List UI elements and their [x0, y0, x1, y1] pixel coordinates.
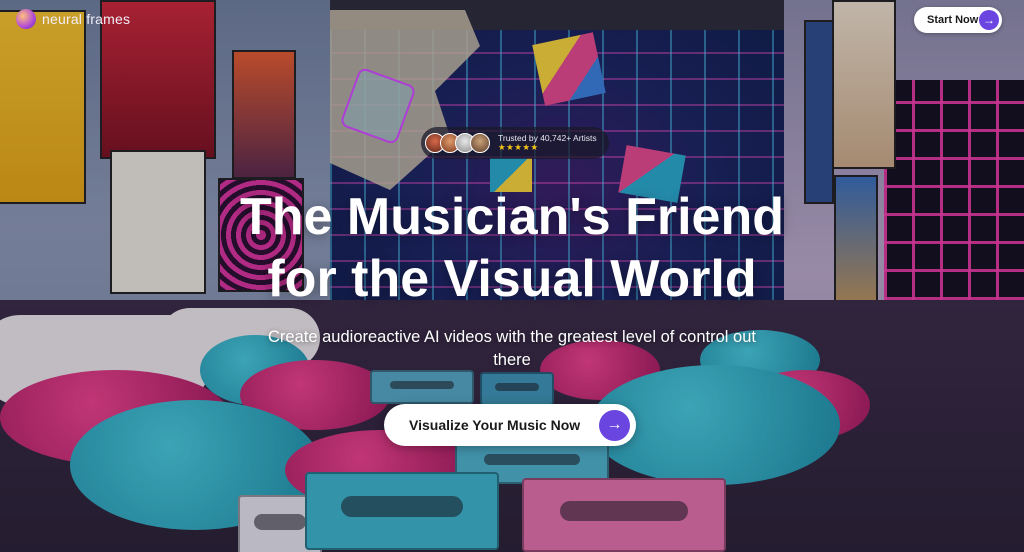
- hero-title: The Musician's Friend for the Visual Wor…: [0, 186, 1024, 310]
- hero-subtitle: Create audioreactive AI videos with the …: [268, 328, 756, 369]
- brand-logo[interactable]: neural frames: [16, 9, 130, 29]
- star-rating: ★★★★★: [498, 142, 539, 152]
- hero-title-line1: The Musician's Friend: [239, 188, 785, 246]
- visualize-music-label: Visualize Your Music Now: [409, 417, 581, 433]
- arrow-right-icon: →: [979, 10, 999, 30]
- brand-name: neural frames: [42, 11, 131, 27]
- start-now-button[interactable]: Start Now →: [914, 7, 1002, 33]
- avatar: [470, 133, 490, 153]
- trust-badge: Trusted by 40,742+ Artists ★★★★★: [421, 127, 609, 159]
- visualize-music-button[interactable]: Visualize Your Music Now →: [384, 404, 636, 446]
- trust-text: Trusted by 40,742+ Artists ★★★★★: [498, 133, 597, 153]
- start-now-label: Start Now: [927, 14, 979, 26]
- neural-frames-logo-icon: [16, 9, 36, 29]
- arrow-right-icon: →: [599, 409, 630, 441]
- hero-title-line2: for the Visual World: [267, 250, 757, 308]
- artist-avatars: [425, 133, 490, 153]
